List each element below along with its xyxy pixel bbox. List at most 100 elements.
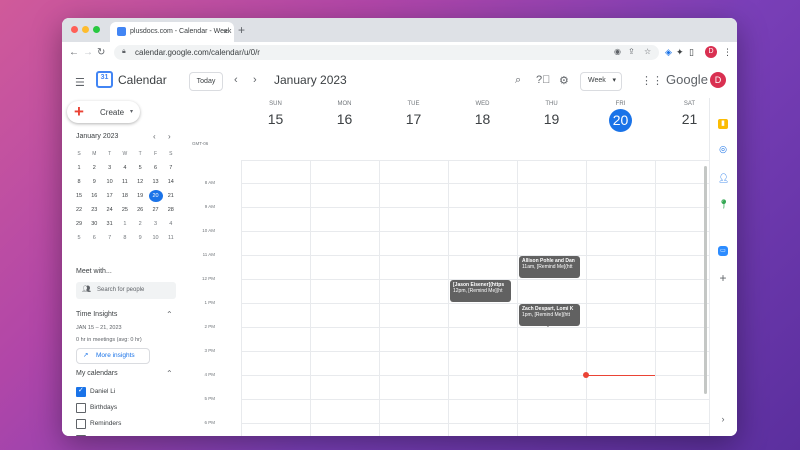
calendar-checkbox[interactable] (76, 403, 86, 413)
mini-day[interactable]: 2 (87, 162, 101, 174)
mini-day[interactable]: 5 (72, 232, 86, 244)
day-header[interactable]: FRI 20 (586, 98, 655, 132)
mini-day[interactable]: 11 (118, 176, 132, 188)
calendar-checkbox[interactable] (76, 386, 86, 397)
maps-icon[interactable]: 📍︎ (718, 199, 729, 209)
maximize-window-button[interactable] (93, 26, 100, 33)
add-icon[interactable]: + (718, 272, 728, 284)
day-date[interactable]: 19 (517, 111, 586, 127)
mini-day[interactable]: 8 (72, 176, 86, 188)
settings-icon[interactable]: ⚙ (559, 74, 569, 87)
mini-day[interactable]: 16 (87, 190, 101, 202)
day-header[interactable]: THU 19 (517, 98, 586, 127)
mini-day[interactable]: 15 (72, 190, 86, 202)
calendar-checkbox[interactable] (76, 435, 86, 436)
reload-icon[interactable]: ↻ (97, 47, 105, 58)
forward-icon[interactable]: → (83, 47, 93, 58)
day-date[interactable]: 18 (448, 111, 517, 127)
browser-profile-avatar[interactable]: D (705, 46, 717, 58)
tasks-icon[interactable]: ◎ (718, 144, 728, 154)
close-window-button[interactable] (71, 26, 78, 33)
mini-day[interactable]: 22 (72, 204, 86, 216)
mini-day[interactable]: 31 (103, 218, 117, 230)
mini-day[interactable]: 6 (149, 162, 163, 174)
mini-day[interactable]: 9 (133, 232, 147, 244)
view-selector[interactable]: Week ▾ (580, 72, 622, 91)
mini-day[interactable]: 11 (164, 232, 178, 244)
day-header[interactable]: TUE 17 (379, 98, 448, 127)
extensions-puzzle-icon[interactable]: ✦ (676, 47, 684, 58)
mini-day[interactable]: 4 (118, 162, 132, 174)
day-header[interactable]: MON 16 (310, 98, 379, 127)
calendar-event[interactable]: Allison Pohle and Dan 11am, [Remind Me](h… (519, 256, 580, 278)
mini-day[interactable]: 5 (133, 162, 147, 174)
expand-panel-icon[interactable]: › (718, 414, 728, 424)
mini-next-icon[interactable]: › (168, 132, 171, 141)
browser-tab[interactable]: plusdocs.com - Calendar - Week × (110, 22, 234, 42)
account-avatar[interactable]: D (710, 72, 726, 88)
mini-day[interactable]: 4 (164, 218, 178, 230)
sidepanel-icon[interactable]: ▯ (689, 47, 694, 58)
search-icon[interactable]: ⌕ (515, 74, 521, 87)
mini-day[interactable]: 12 (133, 176, 147, 188)
calendar-checkbox[interactable] (76, 419, 86, 429)
mini-day[interactable]: 10 (103, 176, 117, 188)
day-date[interactable]: 15 (241, 111, 310, 127)
mini-prev-icon[interactable]: ‹ (153, 132, 156, 141)
new-tab-icon[interactable]: + (238, 23, 245, 37)
contacts-icon[interactable]: 👤︎ (718, 173, 729, 183)
day-header[interactable]: SUN 15 (241, 98, 310, 127)
mini-day[interactable]: 10 (149, 232, 163, 244)
menu-icon[interactable]: ☰ (75, 76, 85, 89)
mini-day[interactable]: 17 (103, 190, 117, 202)
chevron-up-icon[interactable]: ⌃ (166, 310, 173, 319)
mini-day[interactable]: 9 (87, 176, 101, 188)
mini-day[interactable]: 7 (164, 162, 178, 174)
mini-day[interactable]: 19 (133, 190, 147, 202)
day-date[interactable]: 17 (379, 111, 448, 127)
create-button[interactable]: + Create ▾ (67, 101, 140, 123)
previous-week-icon[interactable]: ‹ (234, 74, 238, 86)
close-tab-icon[interactable]: × (223, 27, 228, 36)
zoom-icon[interactable]: ▭ (718, 246, 728, 256)
mini-day[interactable]: 6 (87, 232, 101, 244)
vertical-scrollbar[interactable] (704, 166, 707, 394)
mini-day[interactable]: 25 (118, 204, 132, 216)
bookmark-star-icon[interactable]: ☆ (644, 47, 651, 56)
mini-day[interactable]: 21 (164, 190, 178, 202)
more-insights-button[interactable]: ↗ More insights (76, 348, 150, 364)
browser-menu-icon[interactable]: ⋮ (723, 47, 732, 58)
day-header[interactable]: WED 18 (448, 98, 517, 127)
mini-day[interactable]: 29 (72, 218, 86, 230)
chevron-up-icon[interactable]: ⌃ (166, 369, 173, 378)
keep-icon[interactable]: ▮ (718, 119, 728, 129)
share-icon[interactable]: ⇪ (628, 47, 635, 56)
mini-day[interactable]: 23 (87, 204, 101, 216)
mini-day[interactable]: 27 (149, 204, 163, 216)
mini-day[interactable]: 30 (87, 218, 101, 230)
today-button[interactable]: Today (189, 72, 223, 91)
back-icon[interactable]: ← (69, 47, 79, 58)
minimize-window-button[interactable] (82, 26, 89, 33)
calendar-event[interactable]: [Jason Eisener](https 12pm, [Remind Me](h… (450, 280, 511, 302)
mini-day[interactable]: 3 (103, 162, 117, 174)
calendar-event[interactable]: Zach Despart, Lomi K 1pm, [Remind Me](htt (519, 304, 580, 326)
extension-icon[interactable]: ◈ (665, 47, 672, 58)
mini-day[interactable]: 24 (103, 204, 117, 216)
day-date[interactable]: 20 (609, 109, 632, 132)
mini-day[interactable]: 3 (149, 218, 163, 230)
url-field[interactable]: 🔒︎ calendar.google.com/calendar/u/0/r ◉ … (114, 45, 659, 60)
eye-icon[interactable]: ◉ (614, 47, 621, 56)
next-week-icon[interactable]: › (253, 74, 257, 86)
apps-icon[interactable]: ⋮⋮ (641, 74, 663, 87)
mini-day[interactable]: 7 (103, 232, 117, 244)
mini-day[interactable]: 2 (133, 218, 147, 230)
mini-day[interactable]: 28 (164, 204, 178, 216)
day-date[interactable]: 16 (310, 111, 379, 127)
mini-day[interactable]: 14 (164, 176, 178, 188)
help-icon[interactable]: ?⃝ (536, 74, 550, 86)
mini-day[interactable]: 8 (118, 232, 132, 244)
mini-day[interactable]: 1 (72, 162, 86, 174)
mini-day[interactable]: 18 (118, 190, 132, 202)
mini-day[interactable]: 20 (148, 190, 163, 202)
